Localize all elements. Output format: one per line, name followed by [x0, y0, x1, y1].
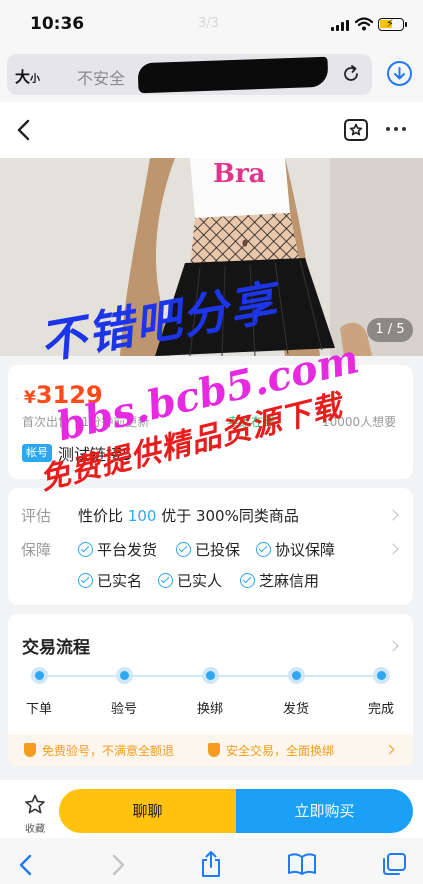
rating-text: 性价比 100 优于 300%同类商品 [78, 507, 299, 525]
browser-back-icon[interactable] [18, 854, 34, 876]
page-indicator: 3/3 [198, 16, 219, 31]
wifi-icon [355, 17, 373, 31]
chevron-right-icon [387, 640, 399, 652]
want-count: 10000人想要 [322, 415, 397, 429]
status-bar: 10:36 3/3 ⚡ [0, 0, 423, 50]
chat-button[interactable]: 聊聊 [59, 789, 236, 833]
flow-step: 换绑 [180, 667, 240, 717]
flow-step: 发货 [266, 667, 326, 717]
download-icon[interactable] [387, 61, 412, 86]
url-field[interactable]: 大小 不安全 [7, 54, 372, 95]
product-photo-illustration: Bra [0, 158, 423, 356]
step-dot-icon [287, 667, 305, 684]
rating-label: 评估 [21, 507, 52, 525]
browser-forward-icon[interactable] [110, 854, 126, 876]
browser-address-bar: 大小 不安全 [0, 50, 423, 102]
product-title: 测试链接5 [58, 445, 133, 464]
share-icon[interactable] [199, 850, 223, 878]
favorite-button[interactable]: 收藏 [18, 794, 52, 835]
cellular-signal-icon [331, 20, 349, 31]
buy-now-button[interactable]: 立即购买 [236, 789, 413, 833]
guarantee-item: 协议保障 [256, 539, 335, 560]
notice-item: 免费验号，不满意全额退 [24, 742, 174, 759]
check-circle-icon [240, 573, 255, 588]
guarantee-item: 已实人 [158, 570, 222, 591]
check-circle-icon [78, 542, 93, 557]
flow-step: 完成 [351, 667, 411, 717]
shield-icon [208, 743, 220, 757]
status-time: 10:36 [30, 14, 85, 34]
guarantee-card[interactable]: 评估 性价比 100 优于 300%同类商品 保障 平台发货 已投保 协议保障 … [8, 488, 413, 605]
image-counter: 1 / 5 [367, 318, 413, 342]
chevron-right-icon [384, 744, 395, 755]
step-dot-icon [372, 667, 390, 684]
bottom-action-bar: 收藏 聊聊 立即购买 [0, 780, 423, 838]
text-size-button[interactable]: 大小 [15, 66, 40, 87]
price-card: ¥3129 首次出售 | 1分钟前更新 卖家在线 10000人想要 帐号 测试链… [8, 365, 413, 479]
more-options-icon[interactable] [386, 127, 406, 131]
check-circle-icon [176, 542, 191, 557]
chevron-right-icon [387, 543, 399, 555]
page-header [0, 102, 423, 158]
shield-icon [24, 743, 36, 757]
favorite-label: 收藏 [25, 824, 45, 835]
product-photo[interactable]: Bra 1 / 5 [0, 158, 423, 356]
guarantee-label: 保障 [21, 541, 52, 559]
trade-flow-title: 交易流程 [22, 638, 90, 658]
battery-icon: ⚡ [378, 17, 407, 31]
back-arrow-icon[interactable] [14, 118, 34, 142]
flow-step: 验号 [94, 667, 154, 717]
chevron-right-icon [387, 509, 399, 521]
browser-toolbar [0, 838, 423, 884]
bookmarks-icon[interactable] [287, 852, 317, 876]
step-dot-icon [115, 667, 133, 684]
check-circle-icon [78, 573, 93, 588]
svg-text:Bra: Bra [213, 159, 266, 189]
notice-item: 安全交易，全面换绑 [208, 742, 334, 759]
guarantee-item: 平台发货 [78, 539, 157, 560]
reload-icon[interactable] [341, 64, 361, 84]
flow-step: 下单 [9, 667, 69, 717]
favorite-star-box-icon[interactable] [343, 117, 369, 143]
listing-meta: 首次出售 | 1分钟前更新 [22, 415, 150, 429]
step-dot-icon [30, 667, 48, 684]
trade-flow-card[interactable]: 交易流程 下单 验号 换绑 发货 完成 免费验号，不满意全额退 安全交易，全面换… [8, 614, 413, 766]
seller-online-status: 卖家在线 [227, 415, 276, 429]
check-circle-icon [256, 542, 271, 557]
step-dot-icon [201, 667, 219, 684]
safety-notice[interactable]: 免费验号，不满意全额退 安全交易，全面换绑 [8, 734, 413, 766]
price: ¥3129 [24, 381, 103, 409]
guarantee-item: 芝麻信用 [240, 570, 319, 591]
guarantee-item: 已实名 [78, 570, 142, 591]
category-tag: 帐号 [22, 444, 52, 462]
guarantee-item: 已投保 [176, 539, 240, 560]
url-security-text: 不安全 [77, 69, 126, 88]
check-circle-icon [158, 573, 173, 588]
star-icon [25, 794, 45, 814]
tabs-icon[interactable] [381, 852, 407, 876]
redaction-mark [137, 56, 329, 94]
